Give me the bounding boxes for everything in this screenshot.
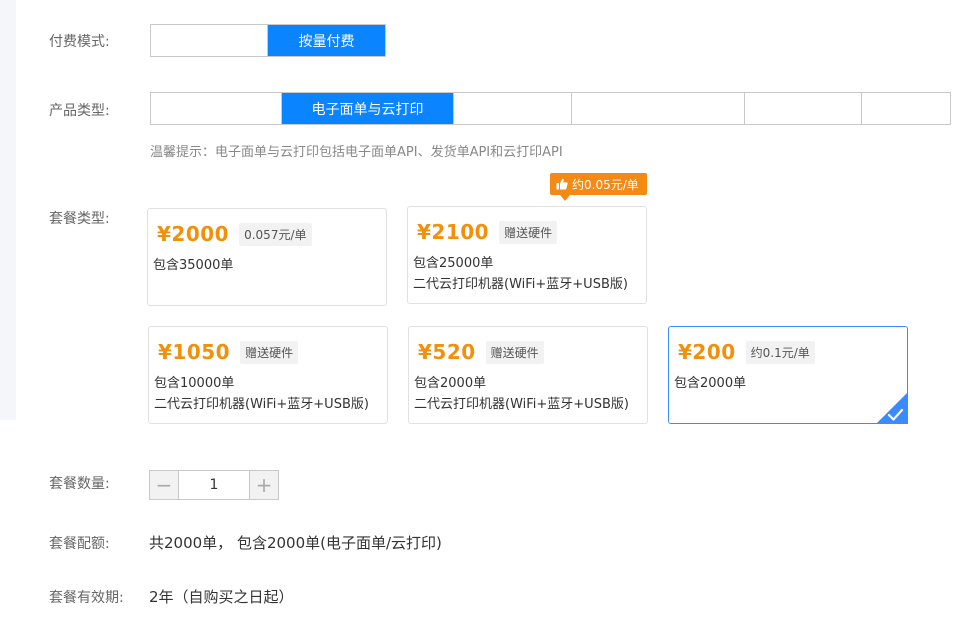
product-type-hint: 温馨提示：电子面单与云打印包括电子面单API、发货单API和云打印API xyxy=(150,145,563,160)
product-type-label: 产品类型: xyxy=(49,103,110,119)
package-tag: 赠送硬件 xyxy=(499,220,558,244)
package-quantity-label: 套餐数量: xyxy=(49,476,110,492)
promo-bubble-text: 约0.05元/单 xyxy=(572,177,639,192)
billing-mode-label: 付费模式: xyxy=(49,34,110,50)
package-price: ¥520 xyxy=(418,340,476,364)
quantity-stepper: − + xyxy=(149,470,279,500)
product-option-4[interactable] xyxy=(572,93,745,124)
product-option-3[interactable] xyxy=(454,93,572,124)
billing-option-1[interactable] xyxy=(151,25,268,56)
package-tag: 赠送硬件 xyxy=(485,340,544,364)
product-option-5[interactable] xyxy=(745,93,862,124)
promo-bubble: 约0.05元/单 xyxy=(550,173,647,201)
package-price: ¥2000 xyxy=(157,222,230,246)
package-validity-label: 套餐有效期: xyxy=(49,590,124,606)
thumbs-up-icon xyxy=(556,178,568,190)
package-desc: 包含35000单 xyxy=(153,255,233,276)
package-card-1050[interactable]: ¥1050 赠送硬件 包含10000单 二代云打印机器(WiFi+蓝牙+USB版… xyxy=(148,326,388,424)
package-desc-line: 二代云打印机器(WiFi+蓝牙+USB版) xyxy=(413,277,628,292)
package-quota-label: 套餐配额: xyxy=(49,536,110,552)
package-card-520[interactable]: ¥520 赠送硬件 包含2000单 二代云打印机器(WiFi+蓝牙+USB版) xyxy=(408,326,648,424)
package-validity-value: 2年（自购买之日起） xyxy=(149,588,294,606)
package-desc-line: 二代云打印机器(WiFi+蓝牙+USB版) xyxy=(154,397,369,412)
package-tag: 约0.1元/单 xyxy=(745,340,815,364)
package-desc-line: 包含35000单 xyxy=(153,258,234,273)
package-desc-line: 包含25000单 xyxy=(413,256,494,271)
package-desc-line: 二代云打印机器(WiFi+蓝牙+USB版) xyxy=(414,397,629,412)
package-card-2000[interactable]: ¥2000 0.057元/单 包含35000单 xyxy=(147,208,387,306)
product-option-6[interactable] xyxy=(862,93,950,124)
package-price: ¥2100 xyxy=(417,220,490,244)
package-price: ¥1050 xyxy=(158,340,231,364)
product-option-waybill-cloud-print[interactable]: 电子面单与云打印 xyxy=(282,93,454,124)
package-price: ¥200 xyxy=(678,340,736,364)
package-quota-value: 共2000单， 包含2000单(电子面单/云打印) xyxy=(149,534,442,552)
product-option-1[interactable] xyxy=(151,93,282,124)
package-desc-line: 包含10000单 xyxy=(154,376,235,391)
package-card-200[interactable]: ¥200 约0.1元/单 包含2000单 xyxy=(668,326,908,424)
decrease-button[interactable]: − xyxy=(150,471,179,499)
package-desc: 包含2000单 xyxy=(674,373,746,394)
product-type-selector: 电子面单与云打印 xyxy=(150,92,951,125)
selected-check-icon xyxy=(876,392,908,424)
package-card-2100[interactable]: ¥2100 赠送硬件 包含25000单 二代云打印机器(WiFi+蓝牙+USB版… xyxy=(407,206,647,304)
billing-option-pay-as-you-go[interactable]: 按量付费 xyxy=(268,25,385,56)
billing-mode-selector: 按量付费 xyxy=(150,24,386,57)
package-tag: 赠送硬件 xyxy=(240,340,299,364)
package-desc-line: 包含2000单 xyxy=(674,376,747,391)
package-desc: 包含2000单 二代云打印机器(WiFi+蓝牙+USB版) xyxy=(414,373,629,415)
package-desc-line: 包含2000单 xyxy=(414,376,487,391)
quantity-input[interactable] xyxy=(179,471,249,499)
package-tag: 0.057元/单 xyxy=(239,222,312,246)
package-desc: 包含25000单 二代云打印机器(WiFi+蓝牙+USB版) xyxy=(413,253,628,295)
increase-button[interactable]: + xyxy=(249,471,278,499)
side-strip xyxy=(0,0,16,420)
package-desc: 包含10000单 二代云打印机器(WiFi+蓝牙+USB版) xyxy=(154,373,369,415)
package-type-label: 套餐类型: xyxy=(49,211,110,227)
